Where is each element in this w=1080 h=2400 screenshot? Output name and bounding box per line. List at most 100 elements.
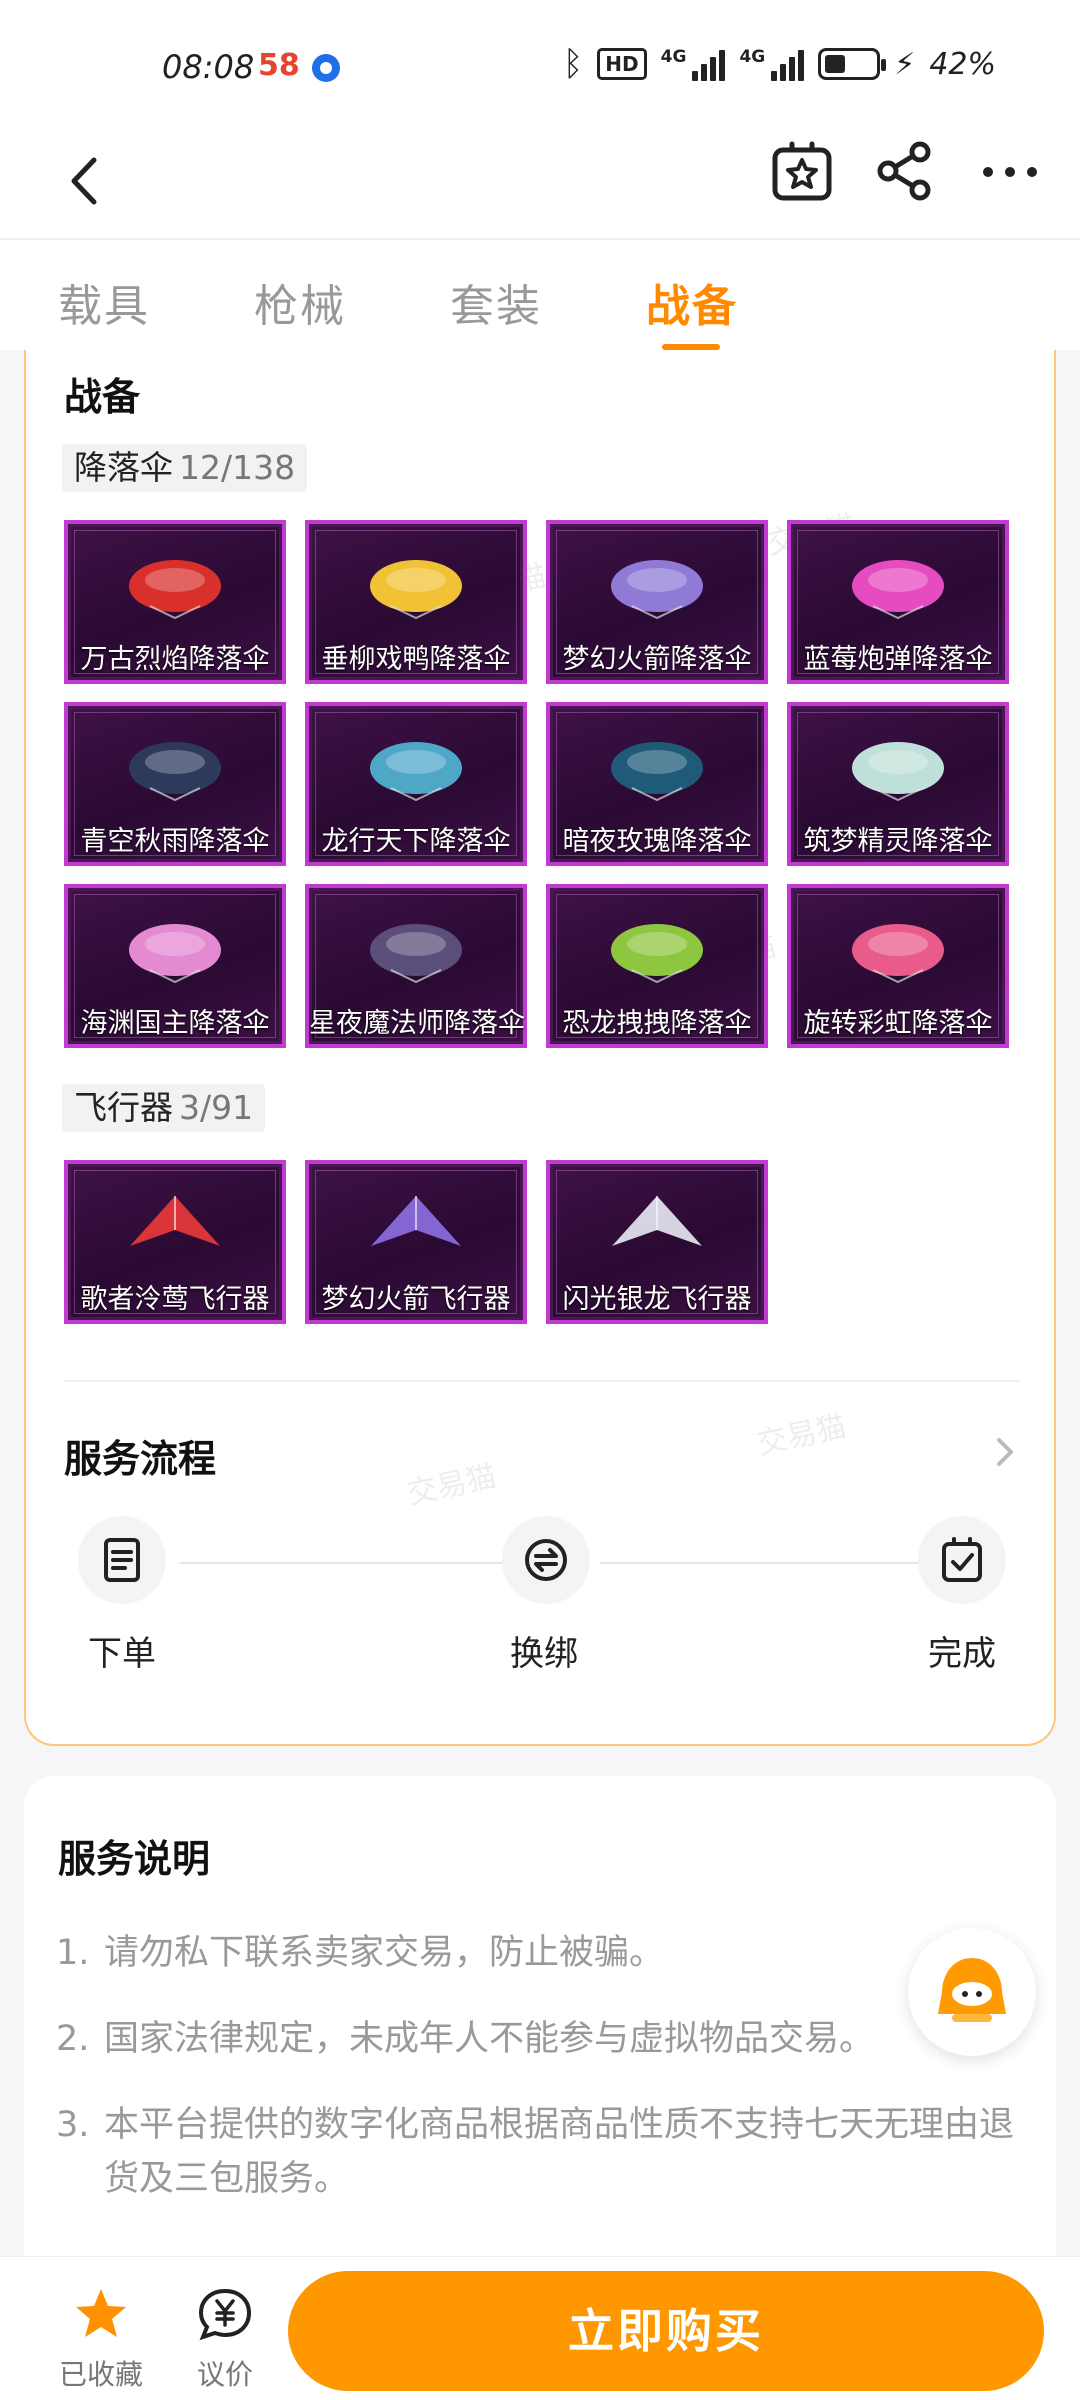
aircraft-item[interactable]: 梦幻火箭飞行器: [305, 1160, 527, 1324]
mascot-icon: [938, 1958, 1006, 2022]
bottom-action-bar: 已收藏 议价 立即购买: [0, 2256, 1080, 2400]
item-name: 旋转彩虹降落伞: [803, 1008, 993, 1039]
watermark: 交易猫: [754, 1408, 850, 1462]
yen-chat-icon: [198, 2288, 252, 2341]
buy-now-button[interactable]: 立即购买: [288, 2271, 1044, 2391]
favorite-star-icon[interactable]: [770, 140, 834, 204]
parachute-image: [129, 742, 221, 802]
parachute-image: [852, 560, 944, 620]
parachute-item[interactable]: 恐龙拽拽降落伞: [546, 884, 768, 1048]
aircraft-grid: 歌者泠莺飞行器 梦幻火箭飞行器 闪光银龙飞行器: [64, 1160, 1009, 1324]
item-name: 星夜魔法师降落伞: [309, 1008, 525, 1039]
service-description-card: 服务说明 1. 请勿私下联系卖家交易，防止被骗。 2. 国家法律规定，未成年人不…: [24, 1776, 1056, 2296]
swap-icon: [525, 1539, 567, 1581]
chevron-right-icon[interactable]: [990, 1432, 1020, 1472]
item-number: 1.: [56, 1933, 90, 1973]
parachute-image: [852, 742, 944, 802]
tab-vehicle[interactable]: 载具: [58, 270, 150, 334]
parachute-item[interactable]: 蓝莓炮弹降落伞: [787, 520, 1009, 684]
parachute-image: [370, 742, 462, 802]
document-icon: [104, 1538, 140, 1582]
battery-percent: 42%: [929, 46, 996, 82]
parachute-item[interactable]: 垂柳戏鸭降落伞: [305, 520, 527, 684]
item-number: 2.: [56, 2019, 90, 2059]
aircraft-image: [612, 1196, 702, 1246]
parachute-item[interactable]: 暗夜玫瑰降落伞: [546, 702, 768, 866]
category-tabs: 载具 枪械 套装 战备: [0, 238, 1080, 350]
equipment-card: 交易猫 交易猫 交易猫 交易猫 交易猫 交易猫 交易猫 战备 降落伞12/138…: [24, 350, 1056, 1746]
parachute-category-chip: 降落伞 12/138: [62, 444, 308, 492]
parachute-item[interactable]: 青空秋雨降落伞: [64, 702, 286, 866]
status-time: 08:08: [162, 48, 255, 86]
item-name: 万古烈焰降落伞: [80, 644, 270, 675]
parachute-image: [370, 560, 462, 620]
item-name: 龙行天下降落伞: [321, 826, 511, 857]
item-name: 暗夜玫瑰降落伞: [562, 826, 752, 857]
divider: [64, 1380, 1020, 1382]
back-arrow-icon[interactable]: [52, 146, 122, 216]
item-name: 歌者泠莺飞行器: [80, 1284, 270, 1315]
tab-outfits[interactable]: 套装: [450, 270, 542, 334]
battery-icon: [818, 48, 887, 80]
step-rebind: [502, 1516, 590, 1604]
item-name: 梦幻火箭降落伞: [562, 644, 752, 675]
charging-icon: ⚡: [894, 46, 916, 82]
parachute-grid: 万古烈焰降落伞 垂柳戏鸭降落伞 梦幻火箭降落伞 蓝莓炮弹降落伞青空秋雨降落伞 龙行天下降…: [64, 520, 1009, 1048]
negotiate-label: 议价: [196, 2358, 253, 2391]
more-options-icon[interactable]: [978, 140, 1042, 204]
hd-voice-icon: HD: [597, 48, 647, 80]
aircraft-item[interactable]: 歌者泠莺飞行器: [64, 1160, 286, 1324]
notification-dot-icon: [312, 54, 340, 82]
status-bar: 08:08 58 ᛒ HD 4G 4G ⚡ 42%: [0, 0, 1080, 132]
status-right: ᛒ HD 4G 4G ⚡ 42%: [563, 44, 996, 84]
item-name: 蓝莓炮弹降落伞: [803, 644, 993, 675]
aircraft-image: [130, 1196, 220, 1246]
negotiate-button[interactable]: 议价: [190, 2287, 260, 2393]
tab-equipment[interactable]: 战备: [646, 270, 738, 334]
description-item: 1. 请勿私下联系卖家交易，防止被骗。: [56, 1926, 1034, 1980]
parachute-image: [129, 924, 221, 984]
aircraft-label: 飞行器: [74, 1088, 173, 1127]
service-flow-title: 服务流程: [64, 1437, 217, 1481]
item-number: 3.: [56, 2105, 90, 2145]
item-text: 请勿私下联系卖家交易，防止被骗。: [104, 1933, 665, 1973]
tab-firearms[interactable]: 枪械: [254, 270, 346, 334]
item-name: 青空秋雨降落伞: [80, 826, 270, 857]
parachute-item[interactable]: 筑梦精灵降落伞: [787, 702, 1009, 866]
share-icon[interactable]: [874, 140, 934, 202]
favorited-button[interactable]: 已收藏: [54, 2287, 148, 2393]
step-order: [78, 1516, 166, 1604]
aircraft-category-chip: 飞行器 3/91: [62, 1084, 266, 1132]
parachute-count: 12/138: [179, 448, 296, 487]
parachute-image: [611, 560, 703, 620]
customer-service-button[interactable]: [908, 1928, 1036, 2056]
service-description-title: 服务说明: [58, 1837, 211, 1881]
aircraft-image: [371, 1196, 461, 1246]
step-complete: [918, 1516, 1006, 1604]
parachute-image: [852, 924, 944, 984]
item-name: 筑梦精灵降落伞: [803, 826, 993, 857]
parachute-item[interactable]: 旋转彩虹降落伞: [787, 884, 1009, 1048]
check-clipboard-icon: [942, 1537, 982, 1582]
watermark: 交易猫: [404, 1458, 500, 1512]
item-name: 恐龙拽拽降落伞: [562, 1008, 752, 1039]
parachute-item[interactable]: 梦幻火箭降落伞: [546, 520, 768, 684]
aircraft-item[interactable]: 闪光银龙飞行器: [546, 1160, 768, 1324]
step-connector: [180, 1562, 502, 1564]
parachute-item[interactable]: 万古烈焰降落伞: [64, 520, 286, 684]
app-badge-58: 58: [258, 48, 300, 83]
parachute-label: 降落伞: [74, 448, 173, 487]
parachute-item[interactable]: 星夜魔法师降落伞: [305, 884, 527, 1048]
step-connector: [600, 1562, 922, 1564]
parachute-item[interactable]: 海渊国主降落伞: [64, 884, 286, 1048]
item-name: 梦幻火箭飞行器: [321, 1284, 511, 1315]
section-title: 战备: [64, 375, 141, 419]
description-item: 2. 国家法律规定，未成年人不能参与虚拟物品交易。: [56, 2012, 1034, 2066]
parachute-image: [611, 742, 703, 802]
item-name: 垂柳戏鸭降落伞: [321, 644, 511, 675]
parachute-image: [611, 924, 703, 984]
step-label: 下单: [88, 1634, 156, 1674]
favorited-label: 已收藏: [58, 2358, 143, 2391]
item-text: 国家法律规定，未成年人不能参与虚拟物品交易。: [104, 2019, 875, 2059]
parachute-item[interactable]: 龙行天下降落伞: [305, 702, 527, 866]
